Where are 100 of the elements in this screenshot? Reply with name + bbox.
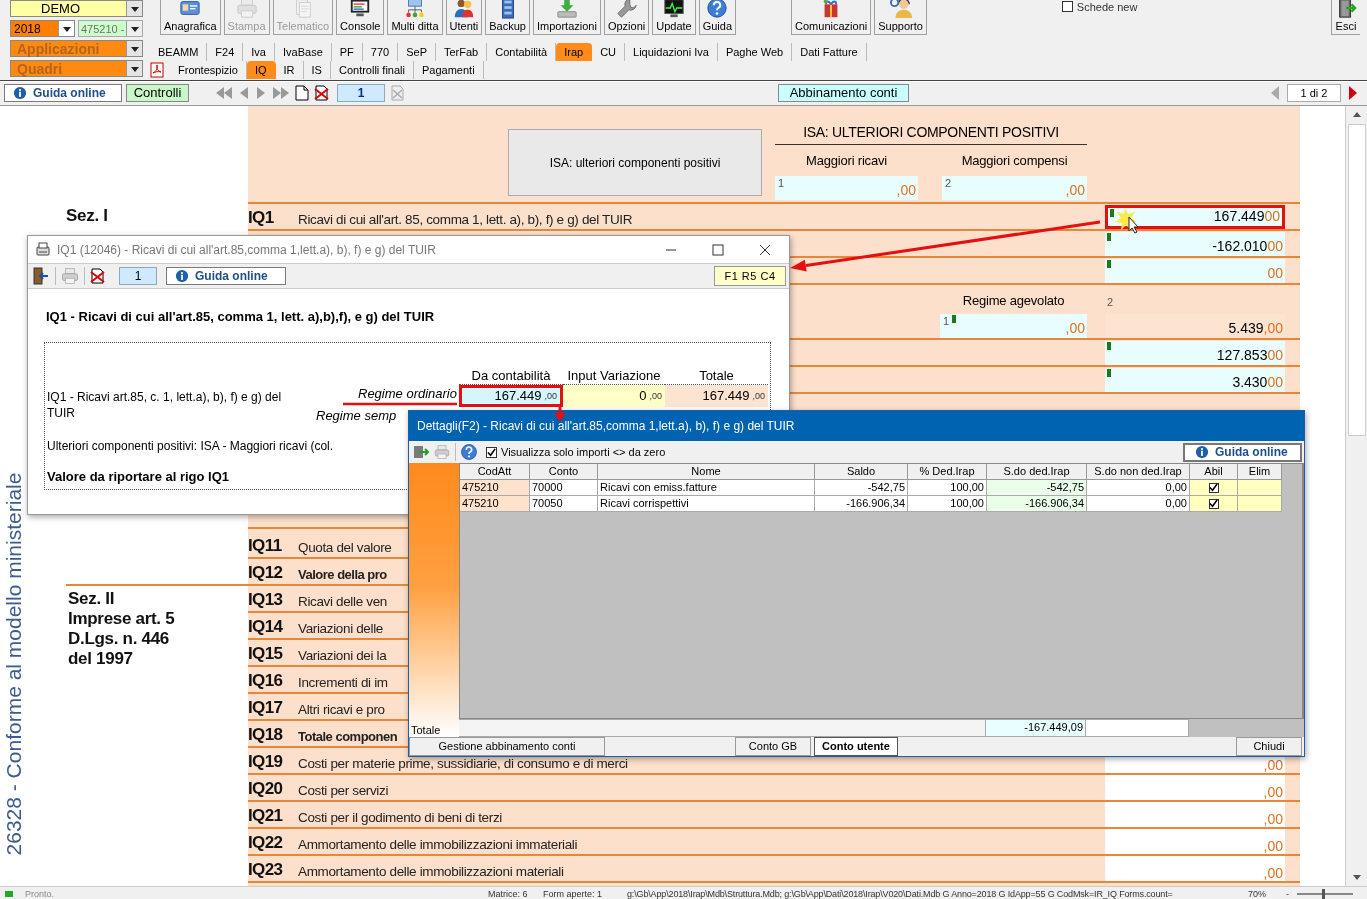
table-cell: 70050 [530, 496, 598, 512]
checkbox[interactable] [1061, 1, 1073, 12]
toolbar-button[interactable]: Console [336, 0, 385, 35]
dialog-button[interactable]: Conto GB [735, 737, 811, 756]
input-field[interactable]: 2 ,00 [942, 176, 1087, 200]
row-label: Costi per il godimento di beni di terzi [298, 810, 502, 825]
controlli-button[interactable]: Controlli [126, 84, 189, 102]
export-icon[interactable] [413, 444, 429, 460]
tab[interactable]: Dati Fatture [792, 43, 867, 61]
abbinamento-button[interactable]: Abbinamento conti [778, 84, 909, 102]
toolbar-button[interactable]: Importazioni [533, 0, 601, 35]
help-icon[interactable] [460, 443, 478, 461]
tab[interactable]: Paghe Web [717, 43, 793, 61]
row-label: Valore della pro [298, 567, 387, 582]
dropdown[interactable]: DEMO [10, 0, 143, 17]
checkbox-label[interactable]: Schede new [1076, 0, 1138, 13]
checkbox[interactable] [486, 446, 497, 458]
tab[interactable]: IQ [246, 61, 276, 79]
tab[interactable]: Pagamenti [414, 61, 484, 79]
vertical-scrollbar[interactable] [1345, 106, 1367, 886]
toolbar-button[interactable]: Guida [698, 0, 737, 35]
decimal-digits: ,00 [649, 390, 662, 403]
dialog-button[interactable]: Conto utente [814, 737, 898, 756]
delete-icon[interactable] [314, 85, 330, 101]
row-code: IQ13 [248, 591, 283, 609]
tab[interactable]: Liquidazioni Iva [625, 43, 718, 61]
tab[interactable]: BEAMM [150, 43, 208, 61]
toolbar-button[interactable]: Backup [485, 0, 530, 35]
table-cell: 100,00 [908, 496, 987, 512]
guida-online-button[interactable]: Guida online [166, 267, 286, 285]
tab[interactable]: IvaBase [275, 43, 332, 61]
checkbox-label[interactable]: Visualizza solo importi <> da zero [501, 446, 666, 458]
tab[interactable]: 770 [362, 43, 399, 61]
toolbar-button[interactable]: Comunicazioni [791, 0, 872, 35]
cursor-icon [1115, 208, 1139, 234]
input-field[interactable]: 3.43000 [1105, 368, 1285, 392]
tab[interactable]: Frontespizio [170, 61, 247, 79]
total-value: -167.449,09 [986, 719, 1086, 737]
tab[interactable]: TerFab [435, 43, 488, 61]
tab[interactable]: Controlli finali [330, 61, 414, 79]
row-code: IQ15 [248, 645, 283, 663]
page-icon[interactable] [295, 85, 309, 101]
decimal-digits: 00 [1267, 264, 1283, 283]
input-field[interactable]: 167.449 ,00 [459, 385, 563, 407]
row-label: Variazioni dei la [298, 648, 387, 663]
zoom-out-button[interactable]: - [1286, 888, 1289, 899]
dialog-button[interactable]: Chiudi [1236, 737, 1302, 756]
page-field[interactable]: 1 [119, 267, 157, 285]
toolbar-button[interactable]: Update [652, 0, 696, 35]
scroll-down-icon[interactable] [1351, 874, 1362, 882]
scroll-thumb[interactable] [1347, 124, 1366, 436]
toolbar-button[interactable]: Utenti [445, 0, 483, 35]
delete-icon[interactable] [90, 268, 106, 284]
check-icon [487, 447, 496, 457]
column-header: Conto [530, 464, 598, 480]
input-field[interactable]: -162.01000 [1105, 232, 1285, 256]
monitor-icon [349, 0, 372, 19]
input-field[interactable]: 5.439,00 [1105, 314, 1285, 338]
input-field[interactable]: 0 ,00 [563, 385, 665, 407]
dropdown[interactable]: 2018 [10, 20, 75, 37]
tab[interactable]: PF [331, 43, 363, 61]
exit-button[interactable]: Esci [1331, 0, 1360, 35]
close-icon[interactable] [759, 243, 771, 256]
page-field[interactable]: 1 [337, 84, 385, 102]
tab[interactable]: CU [592, 43, 626, 61]
row-label: Ricavi di cui all'art. 85, comma 1, lett. a), b), f) e g) del TUIR [298, 212, 633, 227]
status-text: Form aperte: 1 [543, 888, 604, 899]
toolbar-button[interactable]: Opzioni [603, 0, 650, 35]
info-icon [1195, 445, 1209, 459]
form-icon [35, 241, 51, 258]
maximize-icon[interactable] [712, 243, 724, 256]
input-field[interactable]: 127.85300 [1105, 341, 1285, 365]
slider-thumb[interactable] [1322, 888, 1326, 899]
tab[interactable]: Irap [556, 43, 593, 61]
table-cell: 0,00 [1087, 480, 1190, 496]
guida-online-button[interactable]: Guida online [1183, 442, 1302, 462]
checkbox[interactable] [1208, 498, 1219, 509]
isa-button[interactable]: ISA: ulteriori componenti positivi [508, 129, 762, 196]
next-page-icon[interactable] [1347, 85, 1359, 101]
input-field[interactable]: 167.449 ,00 [665, 385, 768, 407]
exit-icon[interactable] [32, 267, 50, 285]
input-field[interactable]: 1 ,00 [940, 314, 1087, 338]
guida-online-button[interactable]: Guida online [4, 84, 122, 102]
regime-label: Regime ordinario [357, 385, 458, 401]
input-field[interactable]: 1 ,00 [775, 176, 918, 200]
tab[interactable]: F24 [207, 43, 244, 61]
row-label: Incrementi di im [298, 675, 388, 690]
input-field[interactable]: 167.44900 [1105, 205, 1285, 229]
toolbar-button[interactable]: Supporto [874, 0, 927, 35]
tab[interactable]: SeP [398, 43, 436, 61]
checkbox[interactable] [1208, 482, 1219, 493]
info-icon [13, 86, 27, 100]
row-code: IQ16 [248, 672, 283, 690]
decimal-digits: ,00 [1263, 839, 1283, 854]
scroll-up-icon[interactable] [1351, 110, 1362, 118]
dialog-button[interactable]: Gestione abbinamento conti [409, 737, 605, 756]
tab[interactable]: IS [303, 61, 331, 79]
toolbar-button[interactable]: Multi ditta [387, 0, 443, 35]
tab[interactable]: IR [275, 61, 304, 79]
toolbar-button[interactable]: Anagrafica [160, 0, 221, 35]
